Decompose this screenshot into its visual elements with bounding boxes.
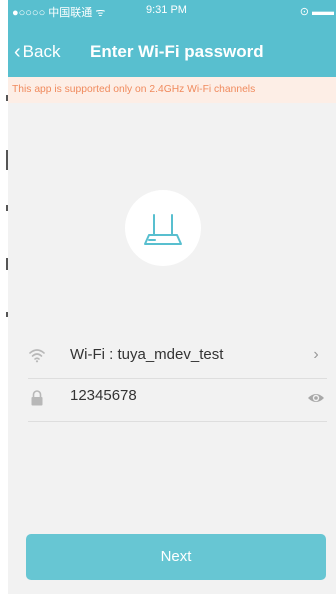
back-button[interactable]: ‹ Back bbox=[14, 42, 60, 62]
wifi-icon bbox=[29, 349, 45, 363]
wifi-name: Wi-Fi : tuya_mdev_test bbox=[70, 346, 224, 363]
eye-icon[interactable] bbox=[305, 387, 327, 409]
nav-bar: ‹ Back Enter Wi-Fi password bbox=[8, 34, 336, 70]
back-label: Back bbox=[22, 42, 61, 61]
phone-screen: ●○○○○ 中国联通 ᯤ 9:31 PM ⊙ ▬▬ ‹ Back Enter Wi… bbox=[8, 0, 336, 594]
battery-icon: ⊙ ▬▬ bbox=[299, 6, 334, 18]
page-title: Enter Wi-Fi password bbox=[90, 42, 264, 61]
carrier-label: ●○○○○ 中国联通 ᯤ bbox=[12, 7, 106, 19]
password-field-wrap bbox=[70, 387, 270, 404]
status-time: 9:31 PM bbox=[146, 4, 187, 16]
router-icon bbox=[144, 214, 182, 245]
header: ●○○○○ 中国联通 ᯤ 9:31 PM ⊙ ▬▬ ‹ Back Enter Wi… bbox=[8, 0, 336, 77]
status-bar: ●○○○○ 中国联通 ᯤ 9:31 PM ⊙ ▬▬ bbox=[8, 0, 336, 22]
wifi-row[interactable]: Wi-Fi : tuya_mdev_test › bbox=[28, 332, 327, 379]
password-row bbox=[28, 375, 327, 422]
chevron-left-icon: ‹ bbox=[14, 41, 21, 63]
chevron-right-icon[interactable]: › bbox=[305, 344, 327, 366]
password-input[interactable] bbox=[70, 387, 270, 404]
lock-icon bbox=[31, 390, 43, 406]
next-button[interactable]: Next bbox=[26, 534, 326, 580]
eye-glyph bbox=[308, 394, 324, 402]
notice-banner: This app is supported only on 2.4GHz Wi-… bbox=[8, 77, 336, 103]
left-edge bbox=[0, 0, 8, 594]
router-illustration bbox=[125, 190, 201, 266]
notice-text: This app is supported only on 2.4GHz Wi-… bbox=[12, 84, 256, 95]
